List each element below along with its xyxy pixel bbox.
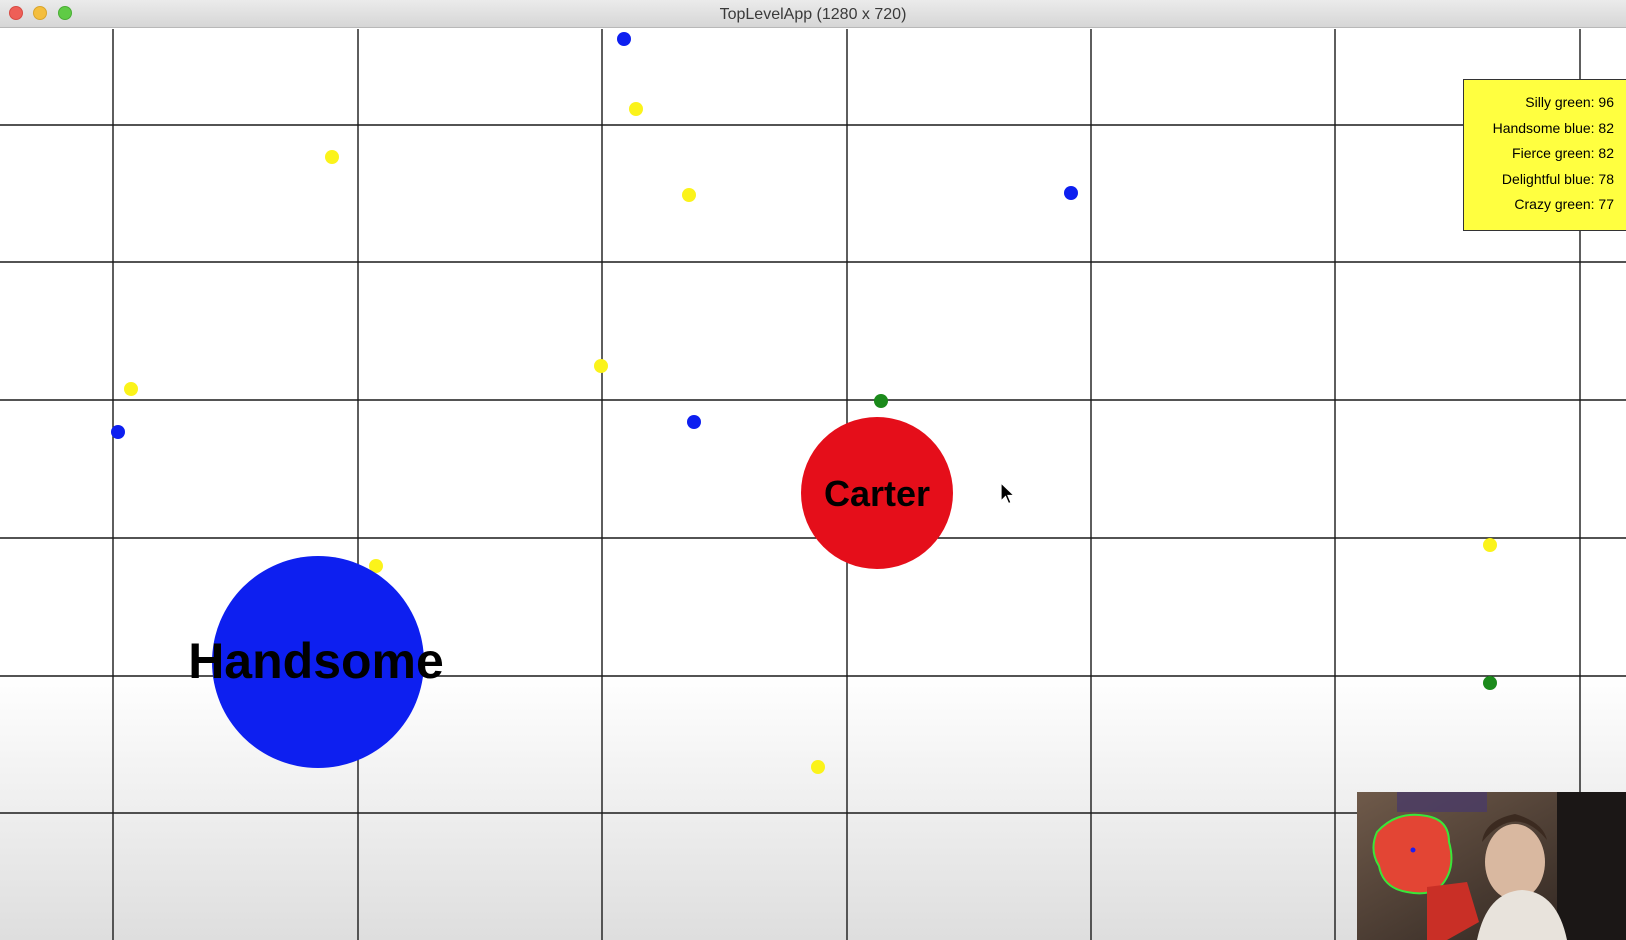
- player-cell-carter: Carter: [801, 417, 953, 569]
- blue-food-pellet: [687, 415, 701, 429]
- green-food-pellet: [1483, 676, 1497, 690]
- yellow-food-pellet: [682, 188, 696, 202]
- yellow-food-pellet: [594, 359, 608, 373]
- player-name-label: Handsome: [188, 633, 444, 689]
- player-name-label: Carter: [824, 473, 930, 514]
- game-canvas[interactable]: Handsome Carter Silly green: 96 Handsome…: [0, 29, 1626, 940]
- window-title: TopLevelApp (1280 x 720): [719, 6, 907, 23]
- yellow-food-pellet: [811, 760, 825, 774]
- yellow-food-pellet: [124, 382, 138, 396]
- yellow-food-pellet: [325, 150, 339, 164]
- leaderboard-entry: Delightful blue: 78: [1501, 170, 1614, 187]
- window-titlebar: TopLevelApp (1280 x 720): [0, 0, 1626, 28]
- player-cell-handsome: Handsome: [188, 556, 444, 768]
- green-food-pellet: [874, 394, 888, 408]
- webcam-feed: [1357, 792, 1626, 940]
- blue-food-pellet: [617, 32, 631, 46]
- leaderboard-entry: Crazy green: 77: [1514, 196, 1614, 212]
- mouse-pointer-icon: [1000, 481, 1016, 511]
- leaderboard-panel: Silly green: 96 Handsome blue: 82 Fierce…: [1463, 79, 1626, 231]
- leaderboard-entry: Silly green: 96: [1525, 94, 1614, 110]
- yellow-food-pellet: [1483, 538, 1497, 552]
- blue-food-pellet: [1064, 186, 1078, 200]
- leaderboard-entry: Handsome blue: 82: [1492, 119, 1614, 136]
- blue-food-pellet: [111, 425, 125, 439]
- leaderboard-entry: Fierce green: 82: [1512, 145, 1614, 161]
- yellow-food-pellet: [629, 102, 643, 116]
